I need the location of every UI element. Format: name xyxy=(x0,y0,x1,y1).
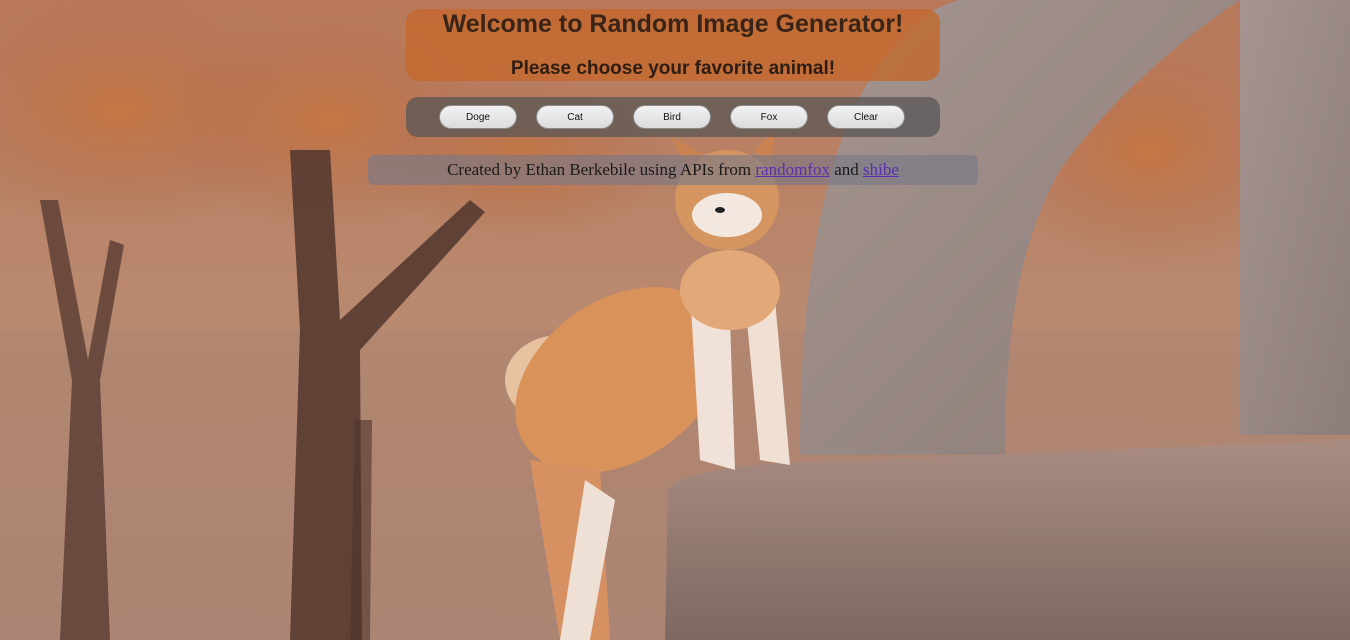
fox-button[interactable]: Fox xyxy=(730,105,808,129)
animal-button-bar: Doge Cat Bird Fox Clear xyxy=(406,97,940,137)
background-photo xyxy=(0,0,1350,640)
doge-button[interactable]: Doge xyxy=(439,105,517,129)
bird-button[interactable]: Bird xyxy=(633,105,711,129)
background-scene xyxy=(0,0,1350,640)
cat-button[interactable]: Cat xyxy=(536,105,614,129)
clear-button[interactable]: Clear xyxy=(827,105,905,129)
credit-prefix: Created by Ethan Berkebile using APIs fr… xyxy=(447,160,752,179)
credit-middle: and xyxy=(834,160,859,179)
randomfox-link[interactable]: randomfox xyxy=(755,160,830,179)
header-panel: Welcome to Random Image Generator! Pleas… xyxy=(406,9,940,81)
credit-bar: Created by Ethan Berkebile using APIs fr… xyxy=(368,155,978,185)
page-title: Welcome to Random Image Generator! xyxy=(442,10,904,38)
page-subtitle: Please choose your favorite animal! xyxy=(510,58,836,79)
shibe-link[interactable]: shibe xyxy=(863,160,899,179)
